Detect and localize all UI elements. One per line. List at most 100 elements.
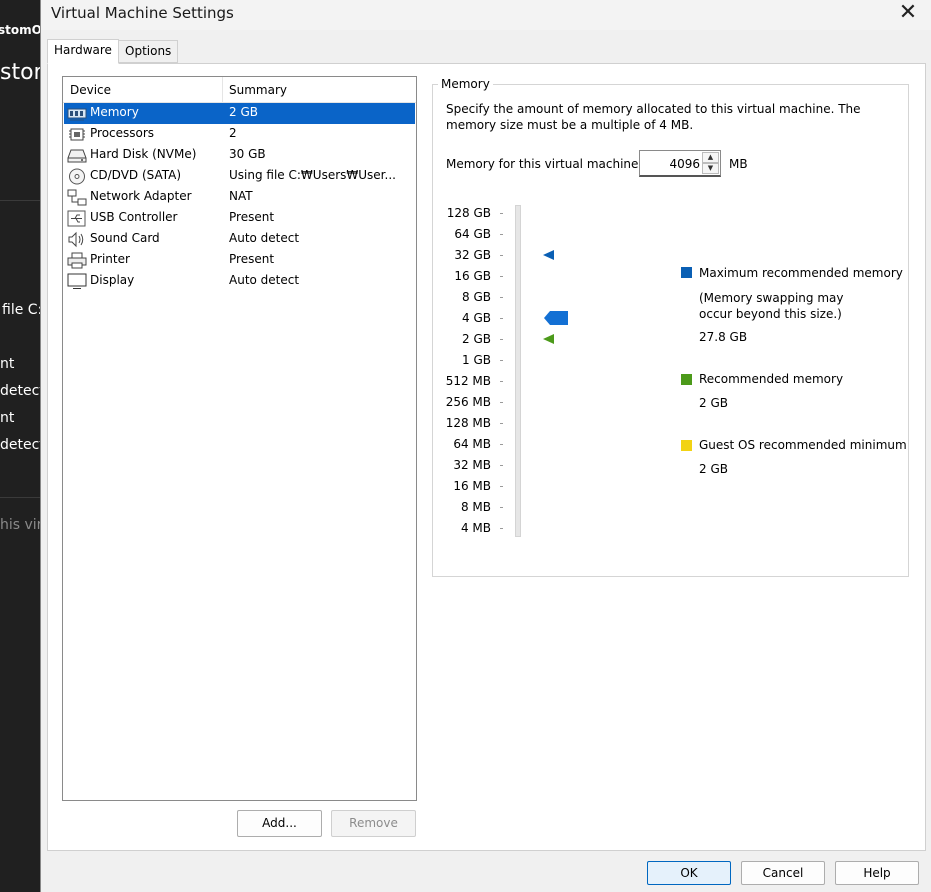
device-name: Hard Disk (NVMe) [90,147,197,161]
device-row-processors[interactable]: Processors 2 [64,124,415,145]
up-arrow-icon: ▲ [707,153,714,161]
list-header: Device Summary [63,77,416,103]
slider-tick-label: 64 MB [453,437,491,451]
device-name: Memory [90,105,139,119]
vm-settings-dialog: Virtual Machine Settings ✕ Hardware Opti… [40,0,931,892]
display-icon [67,273,87,289]
slider-tick-label: 32 MB [453,458,491,472]
device-name: USB Controller [90,210,178,224]
recommended-swatch [681,374,692,385]
max-recommended-label: Maximum recommended memory [699,266,903,280]
column-header-device[interactable]: Device [70,83,111,97]
guest-minimum-value: 2 GB [699,462,728,476]
bg-divider [0,200,40,201]
max-recommended-marker-icon [543,250,554,260]
printer-icon [67,252,87,269]
processor-icon [69,128,85,141]
device-summary: Auto detect [229,231,300,245]
max-recommended-value: 27.8 GB [699,330,748,344]
device-summary: Present [229,252,275,266]
device-name: CD/DVD (SATA) [90,168,182,182]
memory-group-label: Memory [438,77,493,91]
device-row-sound-card[interactable]: Sound Card Auto detect [64,229,415,250]
close-button[interactable]: ✕ [890,0,926,28]
column-header-summary[interactable]: Summary [229,83,287,97]
memory-unit: MB [729,157,748,171]
device-summary: Auto detect [229,273,300,287]
close-icon: ✕ [898,0,918,25]
title-bar[interactable]: Virtual Machine Settings ✕ [41,0,931,30]
slider-tick-label: 16 MB [453,479,491,493]
device-summary: Present [229,210,275,224]
device-row-usb-controller[interactable]: USB Controller Present [64,208,415,229]
bg-fragment: stor [0,60,40,85]
slider-tick-label: 16 GB [454,269,491,283]
column-separator[interactable] [222,77,223,102]
add-device-button[interactable]: Add... [237,810,322,837]
recommended-value: 2 GB [699,396,728,410]
cd-dvd-icon [69,168,85,185]
slider-tick-label: 32 GB [454,248,491,262]
memory-field-label: Memory for this virtual machine: [446,157,643,171]
hard-disk-icon [67,149,87,163]
tab-options[interactable]: Options [118,40,179,63]
slider-tick-label: 4 GB [462,311,491,325]
bg-fragment: detect [0,383,40,399]
memory-description: Specify the amount of memory allocated t… [446,102,861,132]
slider-tick-label: 4 MB [460,521,491,535]
max-recommended-note: (Memory swapping may occur beyond this s… [699,291,844,321]
slider-tick-label: 1 GB [462,353,491,367]
device-name: Printer [90,252,130,266]
device-summary: Using file C:₩Users₩User... [229,168,396,182]
network-adapter-icon [67,189,87,206]
memory-slider-thumb[interactable] [544,311,568,325]
bg-fragment: nt [0,410,15,426]
decrement-button[interactable]: ▼ [702,163,719,174]
device-row-network-adapter[interactable]: Network Adapter NAT [64,187,415,208]
memory-input[interactable] [642,154,700,173]
device-row-cd-dvd[interactable]: CD/DVD (SATA) Using file C:₩Users₩User..… [64,166,415,187]
slider-tick-label: 128 GB [446,206,491,220]
slider-tick-label: 8 GB [462,290,491,304]
device-summary: 2 [229,126,237,140]
bg-fragment: nt [0,356,15,372]
speaker-icon [68,231,84,248]
down-arrow-icon: ▼ [707,164,714,172]
bg-divider [0,497,40,498]
slider-tick-label: 512 MB [445,374,491,388]
slider-tick-label: 64 GB [454,227,491,241]
memory-icon [67,108,87,121]
device-summary: 2 GB [229,105,258,119]
device-row-display[interactable]: Display Auto detect [64,271,415,292]
device-row-printer[interactable]: Printer Present [64,250,415,271]
background-app: stomO stor file C: nt detect nt detect h… [0,0,40,892]
slider-tick-label: 128 MB [445,416,491,430]
recommended-marker-icon [543,334,554,344]
bg-fragment: detect [0,437,40,453]
device-name: Sound Card [90,231,160,245]
cancel-button[interactable]: Cancel [741,861,825,885]
device-row-hard-disk[interactable]: Hard Disk (NVMe) 30 GB [64,145,415,166]
increment-button[interactable]: ▲ [702,152,719,163]
usb-icon [67,210,86,227]
slider-tick-label: 256 MB [445,395,491,409]
bg-fragment: his virt [0,517,40,533]
device-list[interactable]: Device Summary Memory 2 GB Processors 2 … [62,76,417,801]
remove-device-button[interactable]: Remove [331,810,416,837]
memory-stepper[interactable]: ▲ ▼ [639,150,721,177]
device-name: Display [90,273,135,287]
bg-fragment: file C: [2,302,40,318]
slider-tick-label: 2 GB [462,332,491,346]
slider-tick-label: 8 MB [460,500,491,514]
device-name: Network Adapter [90,189,192,203]
max-recommended-swatch [681,267,692,278]
recommended-label: Recommended memory [699,372,844,386]
tab-hardware[interactable]: Hardware [47,39,119,64]
help-button[interactable]: Help [835,861,919,885]
device-summary: 30 GB [229,147,266,161]
bg-fragment: stomO [0,23,40,37]
guest-minimum-swatch [681,440,692,451]
device-row-memory[interactable]: Memory 2 GB [64,103,415,124]
ok-button[interactable]: OK [647,861,731,885]
guest-minimum-label: Guest OS recommended minimum [699,438,907,452]
